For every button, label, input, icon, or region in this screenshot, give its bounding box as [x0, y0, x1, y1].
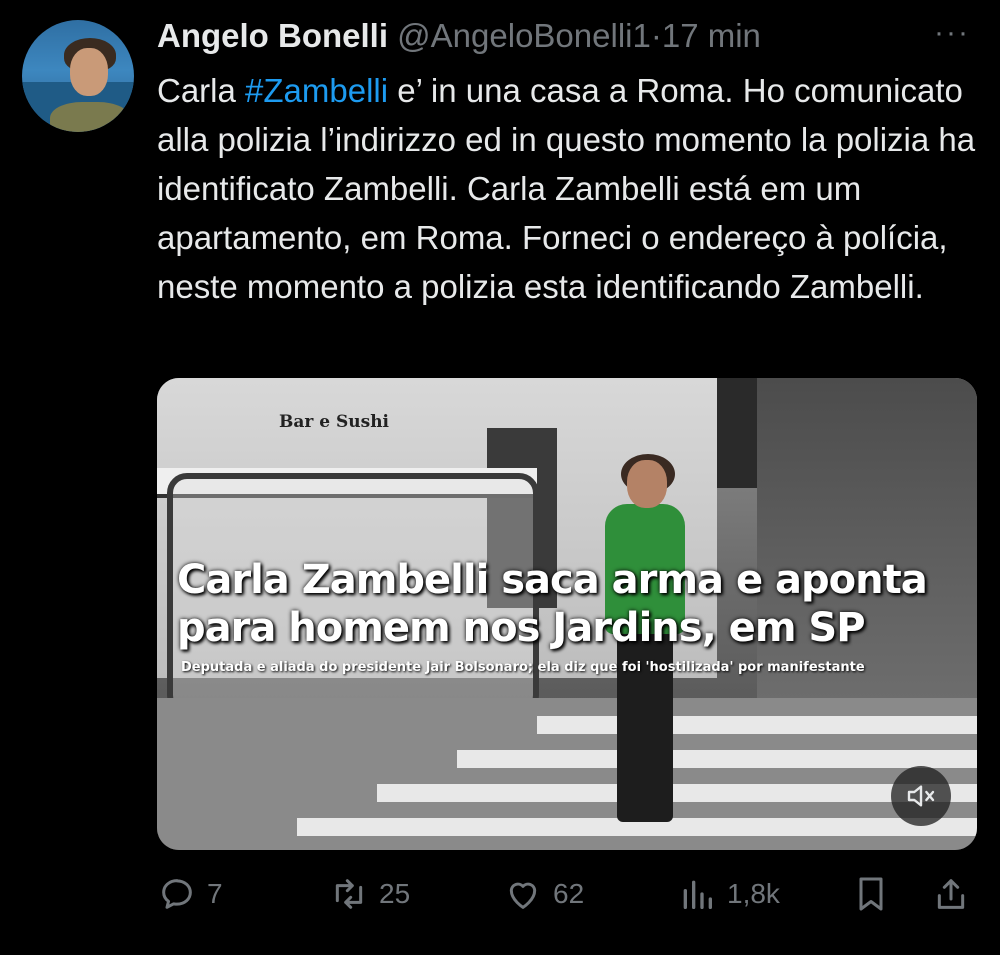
like-count: 62 [553, 878, 585, 909]
separator-dot: · [650, 17, 662, 54]
views-button[interactable]: 1,8k [677, 868, 780, 920]
store-sign-text: Bar e Sushi [279, 412, 390, 432]
crosswalk-stripe [457, 750, 977, 768]
retweet-icon [335, 879, 363, 909]
share-button[interactable] [931, 868, 971, 920]
reply-button[interactable]: 7 [157, 868, 223, 920]
video-player[interactable]: Bar e Sushi Carla Zambelli saca arma e a… [157, 378, 977, 850]
tweet-text: Carla #Zambelli e’ in una casa a Roma. H… [157, 66, 977, 311]
retweet-button[interactable]: 25 [329, 868, 410, 920]
video-trees [757, 378, 977, 708]
reply-count: 7 [207, 878, 223, 909]
video-subcaption: Deputada e aliada do presidente Jair Bol… [181, 660, 865, 675]
tweet-text-prefix: Carla [157, 72, 246, 109]
bookmark-icon [859, 877, 883, 911]
author-handle[interactable]: @AngeloBonelli1 [397, 17, 651, 54]
share-icon [937, 879, 965, 909]
tweet-header: Angelo Bonelli @AngeloBonelli1·17 min [157, 14, 761, 58]
speaker-muted-icon [907, 785, 935, 807]
avatar-shirt [50, 102, 130, 132]
mute-button[interactable] [891, 766, 951, 826]
analytics-icon [683, 880, 712, 909]
tweet[interactable]: Angelo Bonelli @AngeloBonelli1·17 min ··… [0, 0, 1000, 955]
more-options-icon[interactable]: ··· [934, 18, 970, 48]
author-name[interactable]: Angelo Bonelli [157, 17, 388, 54]
bookmark-button[interactable] [851, 868, 891, 920]
avatar-face [70, 48, 108, 96]
action-bar: 7 25 62 1,8k [157, 868, 977, 920]
video-crosswalk [157, 698, 977, 850]
reply-icon [162, 879, 192, 909]
retweet-count: 25 [379, 878, 411, 909]
heart-icon [509, 882, 537, 909]
video-caption: Carla Zambelli saca arma e aponta para h… [177, 557, 928, 651]
person-head [627, 460, 667, 508]
view-count: 1,8k [727, 878, 780, 909]
timestamp[interactable]: 17 min [662, 17, 761, 54]
hashtag-link[interactable]: #Zambelli [245, 72, 388, 109]
like-button[interactable]: 62 [503, 868, 584, 920]
avatar[interactable] [22, 20, 134, 132]
